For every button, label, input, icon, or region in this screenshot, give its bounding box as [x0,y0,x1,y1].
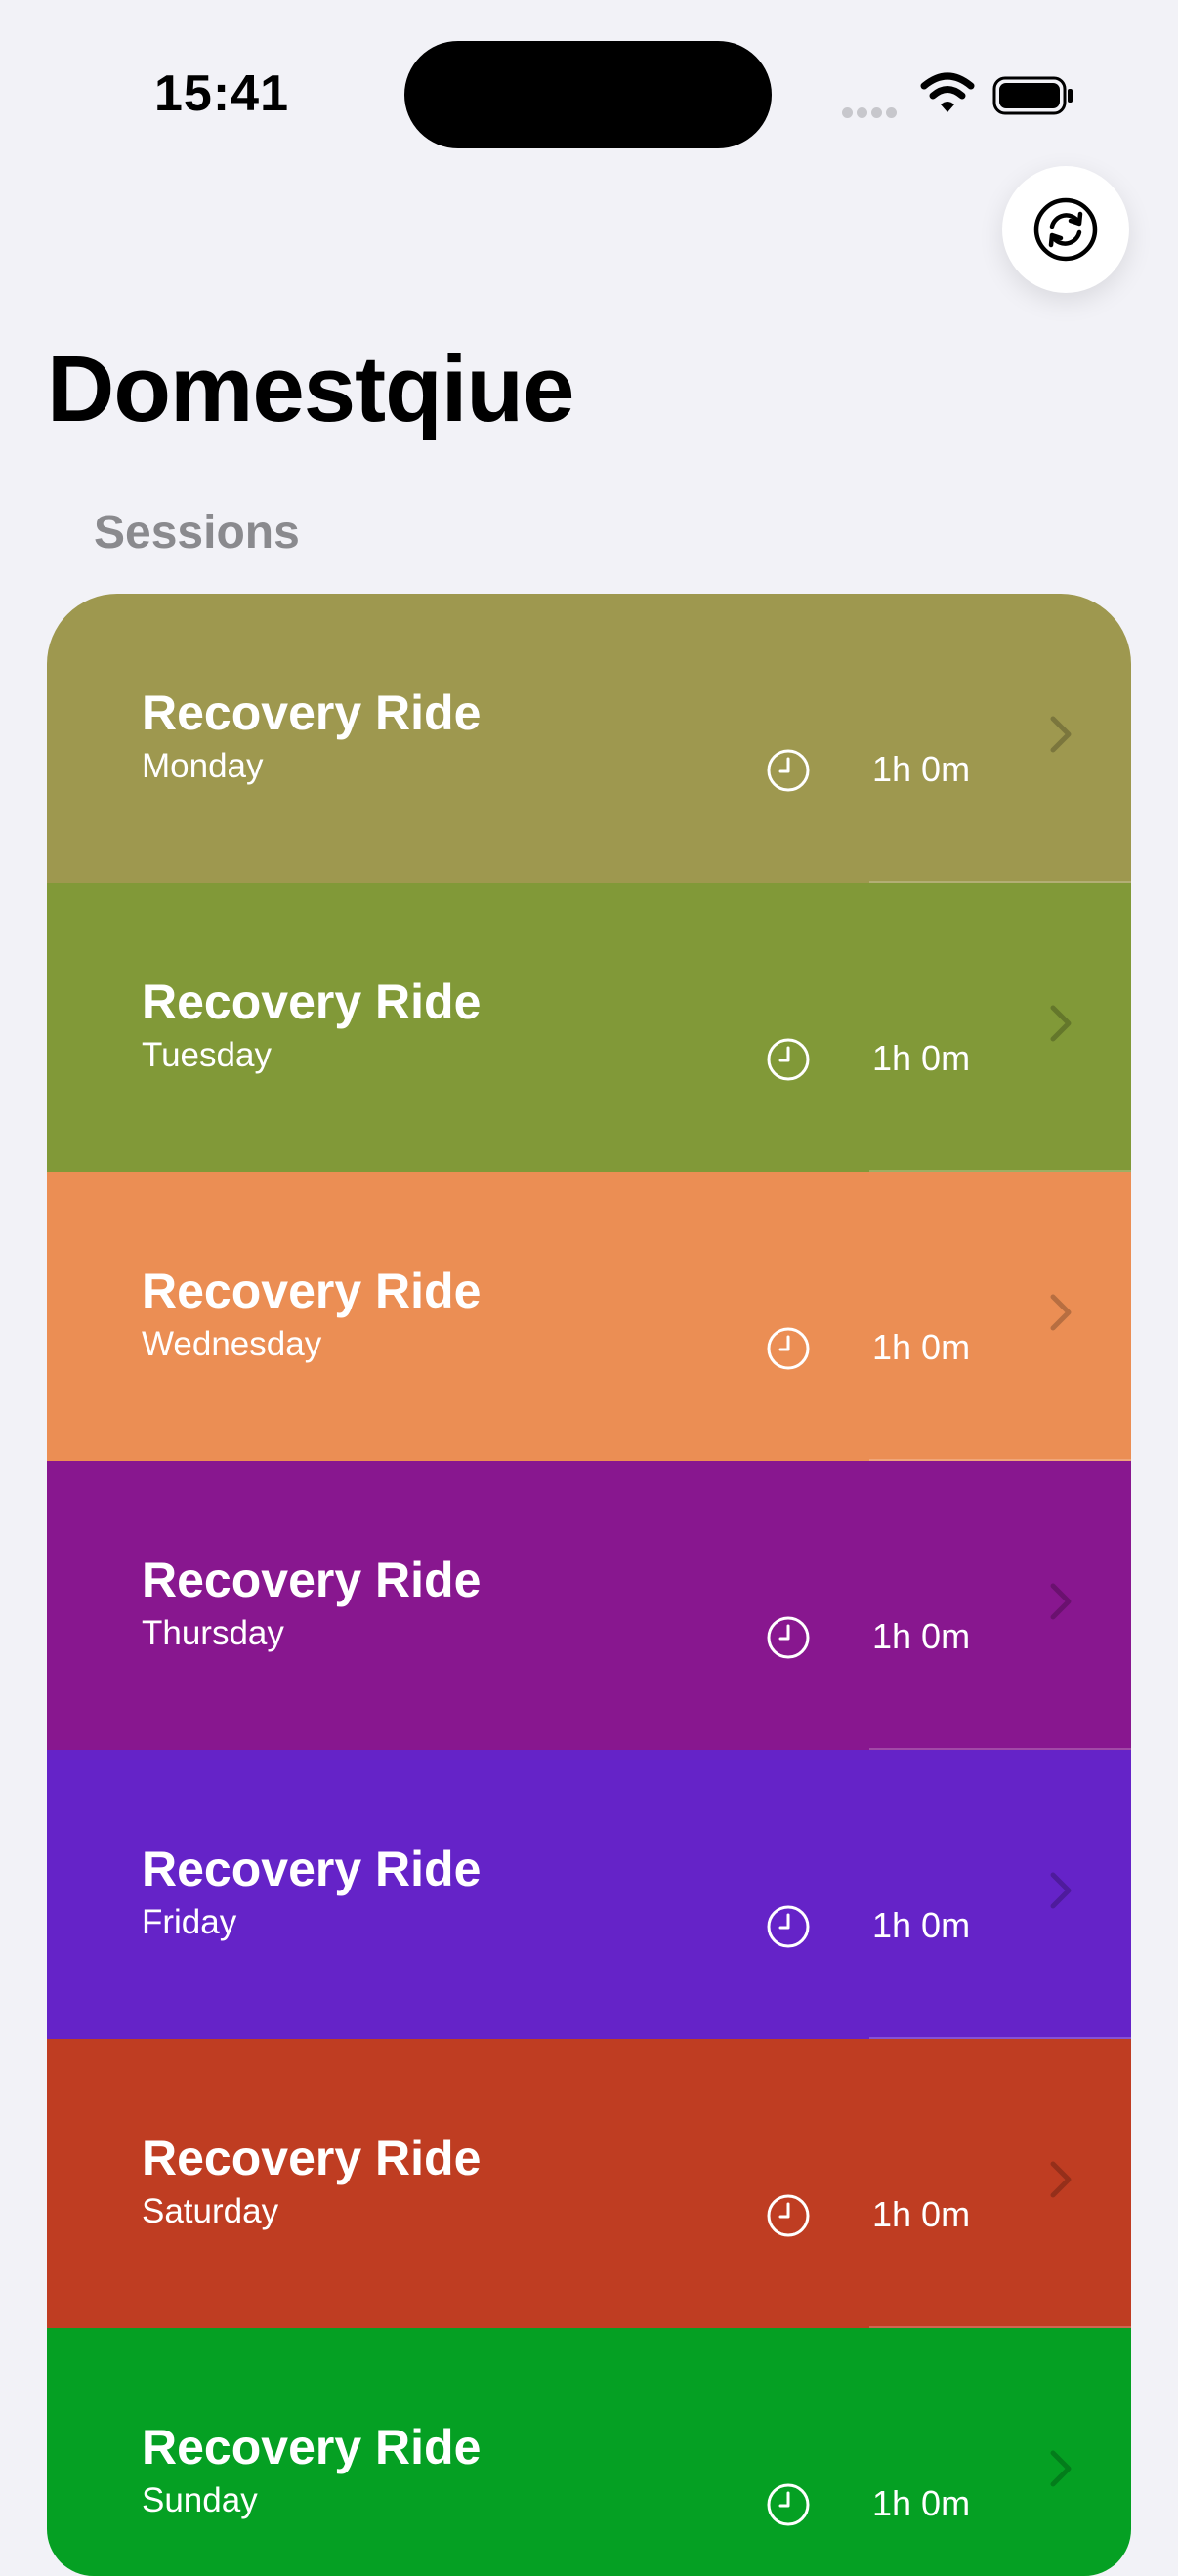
session-text: Recovery Ride Tuesday [142,973,481,1078]
session-row[interactable]: Recovery Ride Thursday 1h 0m [47,1461,1131,1750]
session-text: Recovery Ride Friday [142,1840,481,1945]
session-text: Recovery Ride Sunday [142,2418,481,2523]
chevron-right-icon [1049,1582,1073,1626]
session-day: Thursday [142,1614,284,1652]
session-day: Saturday [142,2192,279,2230]
session-row[interactable]: Recovery Ride Wednesday 1h 0m [47,1172,1131,1461]
chevron-right-icon [1049,2160,1073,2204]
clock-icon [766,1615,811,1665]
session-row[interactable]: Recovery Ride Tuesday 1h 0m [47,883,1131,1172]
session-duration: 1h 0m [872,2483,971,2523]
session-day: Wednesday [142,1325,322,1363]
session-duration: 1h 0m [872,749,971,789]
session-text: Recovery Ride Monday [142,684,481,789]
status-icons [842,68,1076,127]
session-duration: 1h 0m [872,1038,971,1078]
refresh-button[interactable] [1002,166,1129,293]
chevron-right-icon [1049,1871,1073,1915]
session-title: Recovery Ride [142,686,482,740]
clock-icon [766,1037,811,1087]
session-title: Recovery Ride [142,975,482,1029]
session-row[interactable]: Recovery Ride Friday 1h 0m [47,1750,1131,2039]
wifi-icon [920,72,975,112]
cellular-signal-icon [842,105,901,123]
session-text: Recovery Ride Wednesday [142,1262,481,1367]
session-row[interactable]: Recovery Ride Saturday 1h 0m [47,2039,1131,2328]
session-title: Recovery Ride [142,1842,482,1896]
session-title: Recovery Ride [142,1264,482,1318]
session-duration: 1h 0m [872,1905,971,1945]
chevron-right-icon [1049,715,1073,759]
session-duration: 1h 0m [872,1616,971,1656]
clock-icon [766,2193,811,2243]
refresh-icon [1033,197,1098,262]
session-duration: 1h 0m [872,2194,971,2234]
chevron-right-icon [1049,1004,1073,1048]
session-text: Recovery Ride Thursday [142,1551,481,1656]
clock-icon [766,2482,811,2532]
session-day: Monday [142,747,264,785]
session-duration: 1h 0m [872,1327,971,1367]
session-row[interactable]: Recovery Ride Monday 1h 0m [47,594,1131,883]
session-title: Recovery Ride [142,2131,482,2185]
clock-icon [766,1904,811,1954]
status-time: 15:41 [154,65,289,122]
session-title: Recovery Ride [142,2420,482,2474]
page-title: Domestqiue [47,337,574,441]
session-day: Friday [142,1903,237,1941]
sessions-section-header: Sessions [94,507,300,559]
chevron-right-icon [1049,1293,1073,1337]
battery-icon [992,76,1073,115]
status-bar: 15:41 [0,0,1178,195]
clock-icon [766,748,811,798]
session-title: Recovery Ride [142,1553,482,1607]
chevron-right-icon [1049,2449,1073,2493]
session-row[interactable]: Recovery Ride Sunday 1h 0m [47,2328,1131,2576]
session-text: Recovery Ride Saturday [142,2129,481,2234]
dynamic-island [404,41,772,148]
session-day: Tuesday [142,1036,272,1074]
session-day: Sunday [142,2481,258,2519]
clock-icon [766,1326,811,1376]
session-list: Recovery Ride Monday 1h 0m Recovery Ride Tue… [47,594,1131,2576]
